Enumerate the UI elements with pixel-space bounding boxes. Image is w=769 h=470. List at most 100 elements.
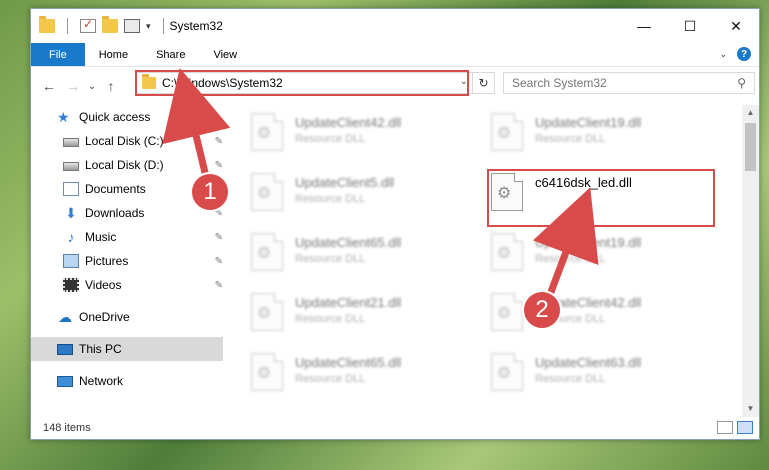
- tab-home[interactable]: Home: [85, 43, 142, 66]
- dll-file-icon: ⚙: [251, 353, 283, 391]
- file-type: Resource DLL: [535, 373, 606, 385]
- sidebar-item-onedrive[interactable]: ☁ OneDrive: [31, 305, 227, 329]
- file-item[interactable]: ⚙ UpdateClient19.dll Resource DLL: [491, 113, 721, 159]
- file-item[interactable]: ⚙ UpdateClient21.dll Resource DLL: [251, 293, 481, 339]
- large-icons-view-icon[interactable]: [737, 421, 753, 434]
- sidebar-item-label: Local Disk (C:): [85, 134, 164, 148]
- sidebar-item-label: OneDrive: [79, 310, 130, 324]
- file-type: Resource DLL: [295, 313, 366, 325]
- dll-file-icon: ⚙: [491, 293, 523, 331]
- tab-file[interactable]: File: [31, 43, 85, 66]
- pin-icon[interactable]: ✎: [215, 160, 223, 171]
- item-count: 148 items: [43, 422, 91, 434]
- divider: [162, 18, 164, 34]
- scrollbar-thumb[interactable]: [745, 123, 756, 171]
- file-type: Resource DLL: [535, 133, 606, 145]
- file-name: UpdateClient21.dll: [295, 295, 402, 310]
- toolbar-dropdown-icon[interactable]: ▾: [146, 21, 151, 32]
- file-type: Resource DLL: [295, 253, 366, 265]
- dll-file-icon: ⚙: [251, 173, 283, 211]
- file-type: Resource DLL: [295, 193, 366, 205]
- file-name: UpdateClient42.dll: [295, 115, 402, 130]
- details-view-icon[interactable]: [717, 421, 733, 434]
- sidebar-item-quick-access[interactable]: ★ Quick access: [31, 105, 227, 129]
- pictures-icon: [63, 254, 79, 268]
- sidebar-item-videos[interactable]: Videos ✎: [31, 273, 227, 297]
- sidebar-item-this-pc[interactable]: This PC: [31, 337, 223, 361]
- up-button[interactable]: ↑: [99, 78, 123, 94]
- drive-icon: [63, 162, 79, 171]
- file-item[interactable]: ⚙ UpdateClient19.dll Resource DLL: [491, 233, 721, 279]
- sidebar-item-music[interactable]: ♪ Music ✎: [31, 225, 227, 249]
- expand-ribbon-icon[interactable]: ⌄: [719, 49, 727, 60]
- window-title: System32: [169, 19, 223, 33]
- search-icon[interactable]: ⚲: [737, 76, 746, 90]
- file-type: Resource DLL: [295, 373, 366, 385]
- file-list: ⚙ UpdateClient42.dll Resource DLL ⚙ Updat…: [241, 105, 741, 409]
- sidebar-item-label: Documents: [85, 182, 146, 196]
- pin-icon[interactable]: ✎: [215, 280, 223, 291]
- title-bar: ▾ System32 — ☐ ✕: [31, 9, 759, 43]
- recent-locations-icon[interactable]: ⌄: [85, 81, 99, 92]
- sidebar-item-label: Pictures: [85, 254, 129, 268]
- vertical-scrollbar[interactable]: ▲ ▼: [742, 105, 759, 417]
- sidebar-item-pictures[interactable]: Pictures ✎: [31, 249, 227, 273]
- back-button[interactable]: ←: [37, 78, 61, 94]
- maximize-button[interactable]: ☐: [667, 9, 713, 43]
- file-item[interactable]: ⚙ UpdateClient5.dll Resource DLL: [251, 173, 481, 219]
- pin-icon[interactable]: ✎: [215, 136, 223, 147]
- file-item[interactable]: ⚙ UpdateClient65.dll Resource DLL: [251, 233, 481, 279]
- minimize-button[interactable]: —: [621, 9, 667, 43]
- customize-toolbar-icon[interactable]: [124, 19, 140, 33]
- close-button[interactable]: ✕: [713, 9, 759, 43]
- videos-icon: [63, 278, 79, 292]
- help-icon[interactable]: ?: [737, 47, 751, 61]
- scroll-up-icon[interactable]: ▲: [742, 105, 759, 121]
- refresh-icon[interactable]: ↻: [472, 73, 494, 93]
- pin-icon[interactable]: ✎: [215, 256, 223, 267]
- new-folder-icon[interactable]: [102, 16, 118, 33]
- dll-file-icon: ⚙: [251, 293, 283, 331]
- step-2-badge: 2: [522, 290, 562, 330]
- sidebar-item-local-disk-d[interactable]: Local Disk (D:) ✎: [31, 153, 227, 177]
- search-box[interactable]: ⚲: [503, 72, 755, 94]
- quick-access-toolbar: ▾: [31, 16, 170, 34]
- dll-file-icon: ⚙: [491, 353, 523, 391]
- forward-button[interactable]: →: [61, 78, 85, 94]
- file-name: UpdateClient63.dll: [535, 355, 642, 370]
- star-icon: ★: [57, 109, 70, 125]
- file-item[interactable]: ⚙ UpdateClient42.dll Resource DLL: [251, 113, 481, 159]
- dll-file-icon: ⚙: [251, 113, 283, 151]
- dll-file-icon: ⚙: [491, 233, 523, 271]
- pin-icon[interactable]: ✎: [215, 232, 223, 243]
- music-icon: ♪: [67, 229, 75, 245]
- search-input[interactable]: [512, 76, 712, 90]
- sidebar-item-local-disk-c[interactable]: Local Disk (C:) ✎: [31, 129, 227, 153]
- address-highlight-box: [135, 70, 469, 96]
- file-type: Resource DLL: [295, 133, 366, 145]
- file-name: UpdateClient65.dll: [295, 355, 402, 370]
- sidebar-item-network[interactable]: Network: [31, 369, 227, 393]
- network-icon: [57, 376, 73, 387]
- download-icon: ⬇: [65, 205, 77, 221]
- dll-file-icon: ⚙: [251, 233, 283, 271]
- ribbon-tabs: File Home Share View ⌄ ?: [31, 43, 759, 67]
- file-highlight-box: [487, 169, 715, 227]
- file-type: Resource DLL: [535, 253, 606, 265]
- tab-share[interactable]: Share: [142, 43, 199, 66]
- file-name: UpdateClient5.dll: [295, 175, 395, 190]
- pc-icon: [57, 344, 73, 355]
- sidebar-item-label: Music: [85, 230, 117, 244]
- sidebar-item-label: Videos: [85, 278, 122, 292]
- documents-icon: [63, 182, 79, 196]
- file-item[interactable]: ⚙ UpdateClient65.dll Resource DLL: [251, 353, 481, 399]
- tab-view[interactable]: View: [199, 43, 251, 66]
- properties-check-icon[interactable]: [80, 17, 96, 33]
- file-item[interactable]: ⚙ UpdateClient63.dll Resource DLL: [491, 353, 721, 399]
- folder-icon[interactable]: [39, 16, 55, 33]
- view-switcher: [717, 421, 753, 434]
- scroll-down-icon[interactable]: ▼: [742, 401, 759, 417]
